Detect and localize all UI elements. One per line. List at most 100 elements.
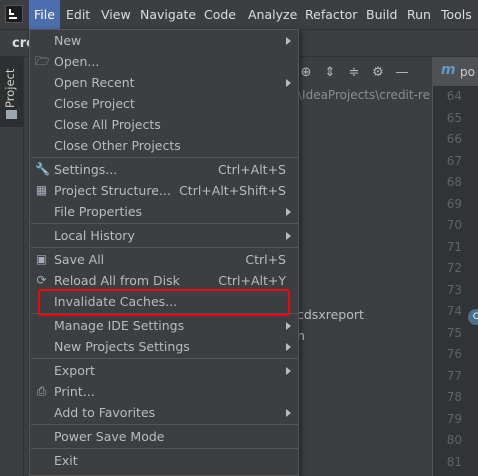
menu-item-label: Export [54, 363, 95, 378]
submenu-arrow-icon [286, 367, 291, 375]
submenu-arrow-icon [286, 232, 291, 240]
menu-item-close-project[interactable]: Close Project [30, 93, 298, 114]
line-number: 72 [446, 261, 462, 275]
project-path: \IdeaProjects\credit-re [298, 88, 430, 102]
tree-node-label[interactable]: cdsxreport [297, 307, 364, 322]
menu-separator [31, 358, 299, 359]
menu-item-label: Exit [54, 453, 78, 468]
menu-item-manage-ide-settings[interactable]: Manage IDE Settings [30, 315, 298, 336]
submenu-arrow-icon [286, 343, 291, 351]
line-number: 73 [446, 282, 462, 297]
project-toolbar: ⊕ ⇕ ≑ ⚙ — [296, 60, 412, 84]
line-number: 77 [446, 368, 462, 383]
reload-icon: ⟳ [36, 273, 47, 287]
line-number: 80 [446, 433, 462, 447]
menu-item-new[interactable]: New [30, 30, 298, 51]
submenu-arrow-icon [286, 37, 291, 45]
menu-item-file-properties[interactable]: File Properties [30, 201, 298, 222]
highlight-box [38, 289, 290, 316]
line-number: 69 [446, 196, 462, 211]
line-number: 76 [446, 347, 462, 361]
menu-item-save-all[interactable]: ▣ Save All Ctrl+S [30, 249, 298, 270]
menu-item-label: Local History [54, 228, 135, 243]
shortcut-label: Ctrl+Alt+S [217, 162, 286, 177]
menu-tools[interactable]: Tools [441, 0, 472, 29]
collapse-all-icon[interactable]: ≑ [344, 62, 364, 82]
menu-item-exit[interactable]: Exit [30, 450, 298, 471]
menu-code[interactable]: Code [204, 0, 236, 29]
line-number: 65 [446, 110, 462, 125]
menu-item-label: Reload All from Disk [54, 273, 180, 288]
menu-build[interactable]: Build [366, 0, 397, 29]
line-number: 64 [446, 89, 462, 103]
folder-open-icon: 🗁 [35, 54, 50, 68]
expand-all-icon[interactable]: ⇕ [320, 62, 340, 82]
maven-file-icon: m [441, 62, 456, 78]
menu-item-label: File Properties [54, 204, 143, 219]
menu-separator [31, 448, 299, 449]
menu-edit[interactable]: Edit [66, 0, 90, 29]
intellij-logo-icon[interactable] [5, 5, 23, 23]
folder-icon [6, 110, 17, 119]
submenu-arrow-icon [286, 409, 291, 417]
menu-refactor[interactable]: Refactor [305, 0, 357, 29]
editor-tab-label[interactable]: po [460, 65, 475, 79]
menu-item-label: Settings... [54, 162, 118, 177]
menu-bar: File Edit View Navigate Code Analyze Ref… [0, 0, 478, 30]
line-number: 67 [446, 153, 462, 168]
line-number: 74 [446, 304, 462, 318]
shortcut-label: Ctrl+S [245, 252, 286, 267]
save-icon: ▣ [35, 252, 48, 266]
menu-item-label: Manage IDE Settings [54, 318, 185, 333]
menu-item-label: Close All Projects [54, 117, 161, 132]
menu-item-label: New Projects Settings [54, 339, 190, 354]
wrench-icon: 🔧 [35, 162, 50, 176]
menu-item-label: Power Save Mode [54, 429, 165, 444]
menu-item-label: Close Project [54, 96, 135, 111]
menu-separator [31, 424, 299, 425]
menu-item-export[interactable]: Export [30, 360, 298, 381]
menu-item-close-all-projects[interactable]: Close All Projects [30, 114, 298, 135]
line-number: 81 [446, 454, 462, 469]
line-number: 68 [446, 175, 462, 189]
menu-item-settings[interactable]: 🔧 Settings... Ctrl+Alt+S [30, 159, 298, 180]
menu-item-label: Open... [54, 54, 100, 69]
line-number: 70 [446, 218, 462, 232]
menu-item-project-structure[interactable]: ▦ Project Structure... Ctrl+Alt+Shift+S [30, 180, 298, 201]
menu-item-power-save-mode[interactable]: Power Save Mode [30, 426, 298, 447]
project-tool-label[interactable]: Project [3, 69, 17, 108]
menu-item-label: Project Structure... [54, 183, 171, 198]
line-number: 78 [446, 390, 462, 404]
shortcut-label: Ctrl+Alt+Shift+S [179, 183, 286, 198]
target-icon[interactable]: ⊕ [296, 62, 316, 82]
menu-separator [31, 223, 299, 224]
menu-item-label: Save All [54, 252, 105, 267]
menu-item-label: Open Recent [54, 75, 135, 90]
menu-item-add-to-favorites[interactable]: Add to Favorites [30, 402, 298, 423]
minimize-icon[interactable]: — [392, 62, 412, 82]
menu-item-close-other-projects[interactable]: Close Other Projects [30, 135, 298, 156]
gear-icon[interactable]: ⚙ [368, 62, 388, 82]
line-number: 66 [446, 132, 462, 146]
menu-file[interactable]: File [29, 0, 60, 29]
gutter-marker-icon[interactable]: C [468, 309, 478, 325]
menu-item-label: Add to Favorites [54, 405, 156, 420]
print-icon: ⎙ [36, 384, 47, 398]
menu-item-reload[interactable]: ⟳ Reload All from Disk Ctrl+Alt+Y [30, 270, 298, 291]
menu-item-open[interactable]: 🗁 Open... [30, 51, 298, 72]
menu-item-print[interactable]: ⎙ Print... [30, 381, 298, 402]
menu-view[interactable]: View [101, 0, 131, 29]
menu-item-local-history[interactable]: Local History [30, 225, 298, 246]
menu-run[interactable]: Run [407, 0, 431, 29]
menu-item-label: New [54, 33, 82, 48]
file-menu: New 🗁 Open... Open Recent Close Project … [29, 29, 299, 476]
submenu-arrow-icon [286, 322, 291, 330]
menu-item-new-projects-settings[interactable]: New Projects Settings [30, 336, 298, 357]
project-structure-icon: ▦ [35, 183, 48, 197]
menu-analyze[interactable]: Analyze [248, 0, 297, 29]
menu-item-label: Print... [54, 384, 95, 399]
submenu-arrow-icon [286, 79, 291, 87]
menu-navigate[interactable]: Navigate [140, 0, 196, 29]
menu-item-open-recent[interactable]: Open Recent [30, 72, 298, 93]
line-number: 71 [446, 239, 462, 254]
